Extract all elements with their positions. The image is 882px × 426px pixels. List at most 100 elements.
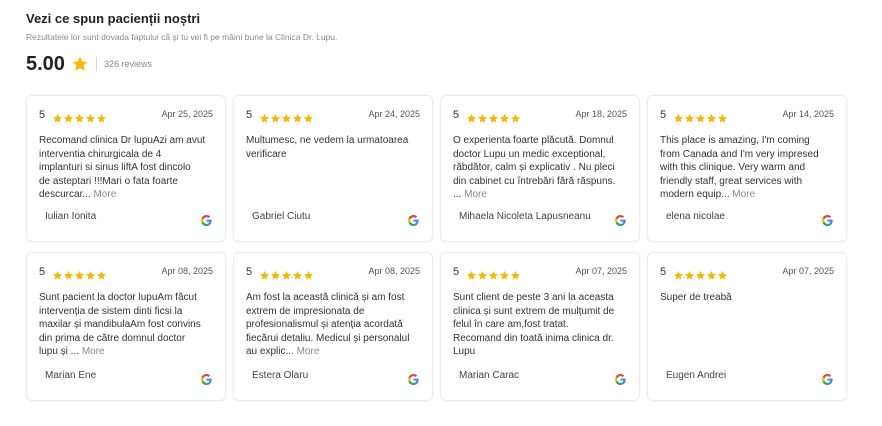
star-icon [259, 270, 270, 281]
star-icon [63, 113, 74, 124]
review-text: Recomand clinica Dr lupuAzi am avut inte… [39, 134, 217, 202]
review-body: Recomand clinica Dr lupuAzi am avut inte… [39, 135, 206, 200]
star-icon [52, 270, 63, 281]
review-card: 5 Apr 14, 2025 This place is amazing, I'm … [647, 95, 847, 242]
review-author: Gabriel Ciutu [252, 211, 311, 222]
review-author: Marian Ene [45, 370, 97, 381]
star-icon [673, 270, 684, 281]
star-icon [488, 270, 499, 281]
review-stars [466, 113, 521, 124]
more-link[interactable]: More [82, 346, 105, 357]
review-author: Iulian Ionita [45, 211, 97, 222]
review-date: Apr 25, 2025 [161, 109, 213, 119]
review-card: 5 Apr 08, 2025 Am fost la această clinică … [233, 252, 433, 401]
google-icon[interactable] [615, 372, 626, 385]
review-date: Apr 07, 2025 [782, 266, 834, 276]
star-icon [695, 113, 706, 124]
more-link[interactable]: More [93, 189, 116, 200]
review-rating: 5 [660, 266, 667, 278]
star-icon [85, 113, 96, 124]
review-text: Multumesc, ne vedem la urmatoarea verifi… [246, 134, 424, 161]
star-icon [684, 270, 695, 281]
more-link[interactable]: More [297, 346, 320, 357]
google-icon[interactable] [201, 213, 212, 226]
review-rating: 5 [39, 109, 46, 121]
google-icon[interactable] [615, 213, 626, 226]
google-icon[interactable] [822, 213, 833, 226]
star-icon [488, 113, 499, 124]
review-text: Super de treabă [660, 291, 838, 305]
review-rating: 5 [453, 266, 460, 278]
star-icon [96, 270, 107, 281]
review-count[interactable]: 326 reviews [104, 59, 152, 69]
overall-rating: 5.00 326 reviews [26, 52, 152, 76]
review-card: 5 Apr 07, 2025 Super de treabă Eugen Andrei [647, 252, 847, 401]
star-icon [477, 113, 488, 124]
star-icon [717, 113, 728, 124]
google-icon[interactable] [408, 213, 419, 226]
review-stars [52, 270, 107, 281]
star-icon [499, 270, 510, 281]
star-icon [281, 270, 292, 281]
google-icon[interactable] [408, 372, 419, 385]
star-icon [96, 113, 107, 124]
star-icon [717, 270, 728, 281]
review-text: This place is amazing, I'm coming from C… [660, 134, 838, 202]
review-stars [259, 113, 314, 124]
review-date: Apr 08, 2025 [161, 266, 213, 276]
review-body: Multumesc, ne vedem la urmatoarea verifi… [246, 135, 409, 160]
review-text: Sunt client de peste 3 ani la aceasta cl… [453, 291, 631, 359]
star-icon [695, 270, 706, 281]
review-text: O experienta foarte plăcută. Domnul doct… [453, 134, 631, 202]
star-icon [466, 270, 477, 281]
star-icon [270, 270, 281, 281]
review-rating: 5 [453, 109, 460, 121]
review-rating: 5 [660, 109, 667, 121]
star-icon [71, 55, 89, 73]
review-body: Super de treabă [660, 292, 732, 303]
review-stars [673, 113, 728, 124]
review-author: Estera Olaru [252, 370, 309, 381]
section-subtitle: Rezultatele lor sunt dovada faptului că … [26, 32, 338, 42]
review-date: Apr 14, 2025 [782, 109, 834, 119]
review-stars [52, 113, 107, 124]
review-rating: 5 [39, 266, 46, 278]
review-date: Apr 08, 2025 [368, 266, 420, 276]
star-icon [673, 113, 684, 124]
more-link[interactable]: More [732, 189, 755, 200]
star-icon [52, 113, 63, 124]
star-icon [510, 113, 521, 124]
review-date: Apr 07, 2025 [575, 266, 627, 276]
google-icon[interactable] [201, 372, 212, 385]
star-icon [303, 270, 314, 281]
review-author: Mihaela Nicoleta Lapusneanu [459, 211, 591, 222]
star-icon [63, 270, 74, 281]
review-rating: 5 [246, 266, 253, 278]
review-card: 5 Apr 07, 2025 Sunt client de peste 3 ani … [440, 252, 640, 401]
review-body: Sunt pacient la doctor lupuAm făcut inte… [39, 292, 201, 357]
star-icon [466, 113, 477, 124]
section-title: Vezi ce spun pacienții noștri [26, 11, 201, 26]
reviews-grid: 5 Apr 25, 2025 Recomand clinica Dr lupuAzi… [26, 95, 847, 401]
star-icon [510, 270, 521, 281]
review-author: Marian Carac [459, 370, 520, 381]
review-stars [259, 270, 314, 281]
star-icon [477, 270, 488, 281]
review-date: Apr 24, 2025 [368, 109, 420, 119]
review-text: Sunt pacient la doctor lupuAm făcut inte… [39, 291, 217, 359]
star-icon [85, 270, 96, 281]
review-text: Am fost la această clinică și am fost ex… [246, 291, 424, 359]
review-body: Am fost la această clinică și am fost ex… [246, 292, 410, 357]
reviews-widget: Vezi ce spun pacienții noștri Rezultatel… [0, 0, 882, 426]
review-card: 5 Apr 18, 2025 O experienta foarte plăcută… [440, 95, 640, 242]
star-icon [684, 113, 695, 124]
review-stars [673, 270, 728, 281]
star-icon [706, 113, 717, 124]
review-card: 5 Apr 25, 2025 Recomand clinica Dr lupuAzi… [26, 95, 226, 242]
more-link[interactable]: More [464, 189, 487, 200]
review-card: 5 Apr 24, 2025 Multumesc, ne vedem la urma… [233, 95, 433, 242]
review-card: 5 Apr 08, 2025 Sunt pacient la doctor lupu… [26, 252, 226, 401]
google-icon[interactable] [822, 372, 833, 385]
star-icon [706, 270, 717, 281]
score-divider [95, 57, 97, 71]
